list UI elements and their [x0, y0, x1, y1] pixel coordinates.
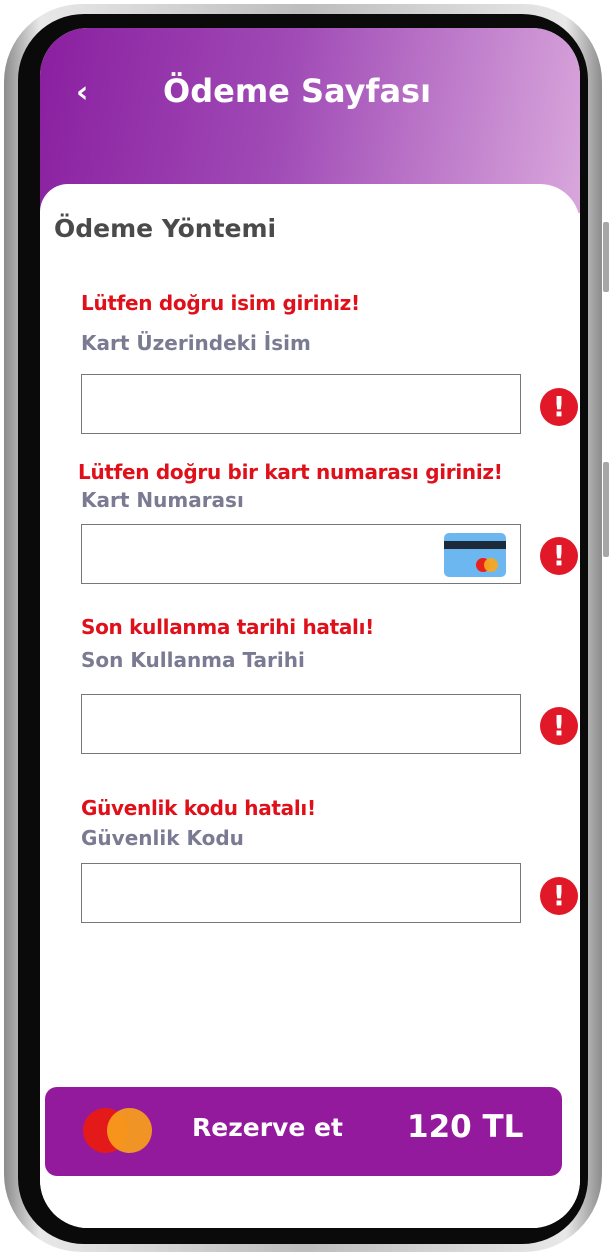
back-icon[interactable]: ‹ — [76, 78, 100, 108]
alert-circle-icon: ! — [540, 537, 578, 575]
card-number-label: Kart Numarası — [81, 488, 244, 512]
reserve-button[interactable]: Rezerve et 120 TL — [45, 1087, 562, 1176]
name-label: Kart Üzerindeki İsim — [81, 331, 311, 355]
expiry-label: Son Kullanma Tarihi — [81, 648, 305, 672]
credit-card-icon — [444, 533, 506, 577]
alert-circle-icon: ! — [540, 877, 578, 915]
security-code-error-message: Güvenlik kodu hatalı! — [81, 796, 316, 820]
alert-circle-icon: ! — [540, 707, 578, 745]
reserve-button-label: Rezerve et — [192, 1113, 343, 1142]
expiry-error-message: Son kullanma tarihi hatalı! — [81, 615, 374, 639]
alert-circle-icon: ! — [540, 388, 578, 426]
section-title: Ödeme Yöntemi — [54, 214, 277, 243]
card-number-error-message: Lütfen doğru bir kart numarası giriniz! — [78, 460, 503, 484]
security-code-label: Güvenlik Kodu — [81, 826, 244, 850]
volume-button — [603, 222, 609, 292]
name-error-message: Lütfen doğru isim giriniz! — [81, 291, 360, 315]
card-number-input[interactable] — [81, 524, 521, 584]
power-button — [603, 462, 609, 557]
security-code-input[interactable] — [81, 863, 521, 923]
card-name-input[interactable] — [81, 374, 521, 434]
expiry-date-input[interactable] — [81, 694, 521, 754]
price-label: 120 TL — [407, 1109, 524, 1145]
mastercard-icon — [107, 1108, 152, 1153]
page-title: Ödeme Sayfası — [163, 72, 432, 110]
app-screen: ‹ Ödeme Sayfası Ödeme Yöntemi Lütfen doğ… — [40, 28, 580, 1228]
